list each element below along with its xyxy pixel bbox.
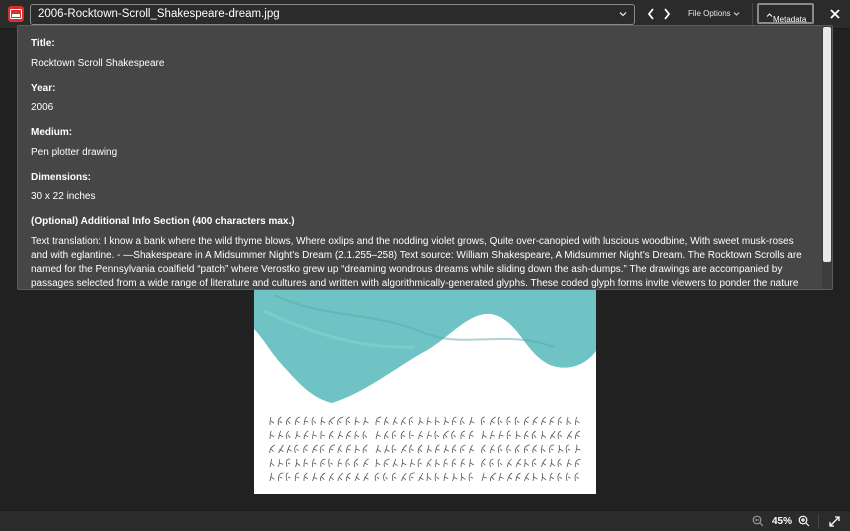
file-options-menu[interactable]: File Options — [688, 9, 740, 18]
title-label: Title: — [31, 38, 55, 49]
file-selector-dropdown[interactable]: 2006-Rocktown-Scroll_Shakespeare-dream.j… — [30, 4, 635, 25]
medium-value: Pen plotter drawing — [31, 147, 118, 158]
metadata-panel: Title: Rocktown Scroll Shakespeare Year:… — [17, 25, 833, 290]
panel-scrollbar[interactable] — [822, 26, 832, 289]
zoom-in-icon[interactable] — [798, 515, 810, 527]
file-options-label: File Options — [688, 9, 731, 18]
title-value: Rocktown Scroll Shakespeare — [31, 58, 165, 69]
chevron-down-icon — [619, 12, 627, 17]
additional-info-text: Text translation: I know a bank where th… — [31, 236, 802, 289]
expand-icon[interactable] — [829, 516, 840, 527]
year-value: 2006 — [31, 102, 54, 113]
metadata-label: Metadata — [773, 15, 807, 24]
metadata-toggle-button[interactable]: Metadata — [757, 3, 814, 24]
toolbar-divider — [752, 3, 753, 26]
dimensions-value: 30 x 22 inches — [31, 191, 96, 202]
artwork-image — [254, 289, 596, 494]
chevron-left-icon[interactable] — [644, 6, 658, 22]
zoom-out-icon[interactable] — [752, 515, 764, 527]
medium-label: Medium: — [31, 127, 73, 138]
close-icon[interactable] — [829, 8, 841, 20]
chevron-right-icon[interactable] — [660, 6, 674, 22]
image-file-icon — [8, 6, 24, 22]
zoom-level: 45% — [772, 516, 793, 527]
chevron-up-icon — [766, 13, 773, 17]
file-name: 2006-Rocktown-Scroll_Shakespeare-dream.j… — [38, 8, 280, 20]
chevron-down-icon — [733, 12, 740, 16]
year-label: Year: — [31, 83, 56, 94]
dimensions-label: Dimensions: — [31, 172, 92, 183]
toolbar-divider — [818, 514, 819, 529]
panel-scrollbar-thumb[interactable] — [823, 27, 831, 262]
additional-info-label: (Optional) Additional Info Section (400 … — [31, 216, 295, 227]
bottom-toolbar: 45% — [0, 510, 850, 531]
